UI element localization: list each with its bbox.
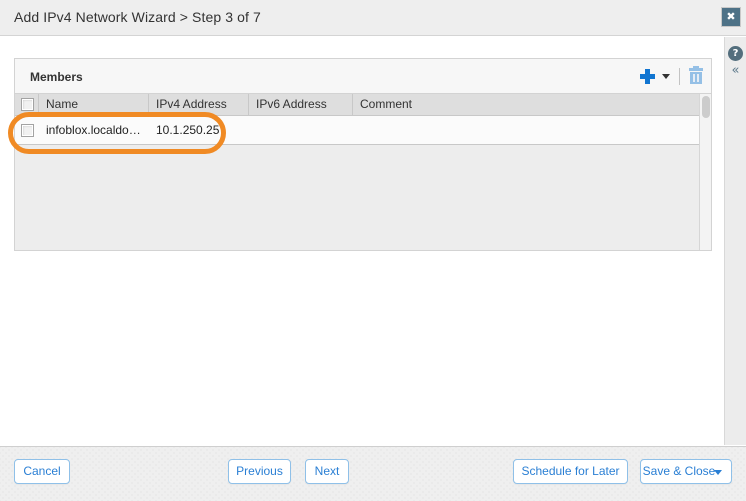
members-table-header-row: Name IPv4 Address IPv6 Address Comment — [15, 94, 711, 116]
cell-comment — [353, 116, 711, 144]
table-row[interactable]: infoblox.localdo… 10.1.250.25 — [15, 116, 711, 145]
scrollbar-thumb[interactable] — [702, 96, 710, 118]
help-icon[interactable]: ? — [728, 46, 743, 61]
save-and-close-dropdown-icon[interactable] — [714, 470, 722, 475]
cell-name: infoblox.localdo… — [46, 123, 141, 137]
cell-ipv4-address: 10.1.250.25 — [156, 123, 220, 137]
members-panel: Members Name IPv4 Address IPv6 Address C… — [14, 58, 712, 251]
trash-body — [690, 72, 702, 84]
members-table: Name IPv4 Address IPv6 Address Comment i… — [15, 94, 711, 250]
save-and-close-button[interactable]: Save & Close — [640, 459, 732, 484]
table-vertical-scrollbar[interactable] — [699, 94, 711, 250]
right-side-rail: ? « — [724, 37, 746, 445]
add-member-dropdown-icon[interactable] — [662, 73, 670, 79]
column-header-ipv6-address[interactable]: IPv6 Address — [249, 94, 353, 115]
trash-lid — [689, 68, 703, 71]
previous-button[interactable]: Previous — [228, 459, 291, 484]
wizard-dialog: Add IPv4 Network Wizard > Step 3 of 7 ✖ … — [0, 0, 746, 501]
dialog-footer: Cancel Previous Next Schedule for Later … — [0, 446, 746, 501]
select-all-checkbox[interactable] — [21, 98, 34, 111]
dialog-title: Add IPv4 Network Wizard > Step 3 of 7 — [14, 9, 261, 25]
select-all-header-cell[interactable] — [15, 94, 39, 115]
delete-member-icon[interactable] — [689, 66, 703, 84]
dialog-titlebar: Add IPv4 Network Wizard > Step 3 of 7 ✖ — [0, 0, 746, 36]
table-empty-area — [15, 145, 711, 248]
cancel-button[interactable]: Cancel — [14, 459, 70, 484]
column-header-comment[interactable]: Comment — [353, 94, 711, 115]
schedule-for-later-button[interactable]: Schedule for Later — [513, 459, 628, 484]
members-panel-title: Members — [30, 70, 83, 84]
row-select-cell[interactable] — [15, 116, 39, 144]
collapse-panel-icon[interactable]: « — [728, 64, 743, 78]
save-and-close-label: Save & Close — [642, 464, 716, 478]
next-button[interactable]: Next — [305, 459, 349, 484]
members-toolbar — [640, 59, 703, 93]
cell-ipv6-address — [249, 116, 353, 144]
toolbar-divider — [679, 67, 680, 85]
add-member-icon[interactable] — [640, 68, 655, 84]
row-checkbox[interactable] — [21, 124, 34, 137]
column-header-name[interactable]: Name — [39, 94, 149, 115]
close-icon: ✖ — [726, 10, 736, 23]
close-button[interactable]: ✖ — [721, 7, 741, 27]
column-header-ipv4-address[interactable]: IPv4 Address — [149, 94, 249, 115]
members-panel-header: Members — [15, 59, 711, 94]
